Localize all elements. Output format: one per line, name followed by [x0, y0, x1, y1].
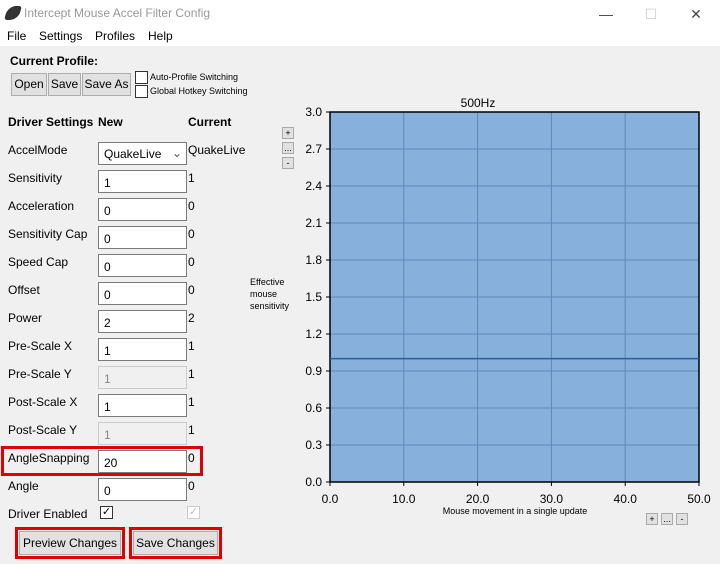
y-tick-label: 0.6 — [305, 401, 322, 415]
y-tick-label: 2.1 — [305, 216, 322, 230]
x-tick-label: 40.0 — [614, 492, 638, 506]
chart: 0.0 10.0 20.0 30.0 40.0 50.0 0.0 0.3 0.6 0.9 1.2 1.… — [305, 105, 711, 506]
x-tick-label: 50.0 — [687, 492, 711, 506]
y-tick-label: 0.3 — [305, 438, 322, 452]
y-tick-label: 0.0 — [305, 475, 322, 489]
x-tick-label: 10.0 — [392, 492, 416, 506]
y-tick-label: 2.4 — [305, 179, 322, 193]
x-tick-label: 0.0 — [322, 492, 339, 506]
x-tick-label: 30.0 — [540, 492, 564, 506]
y-tick-label: 3.0 — [305, 105, 322, 119]
y-tick-label: 1.5 — [305, 290, 322, 304]
y-tick-label: 2.7 — [305, 142, 322, 156]
x-tick-label: 20.0 — [466, 492, 490, 506]
y-tick-label: 1.2 — [305, 327, 322, 341]
y-tick-label: 0.9 — [305, 364, 322, 378]
y-tick-label: 1.8 — [305, 253, 322, 267]
